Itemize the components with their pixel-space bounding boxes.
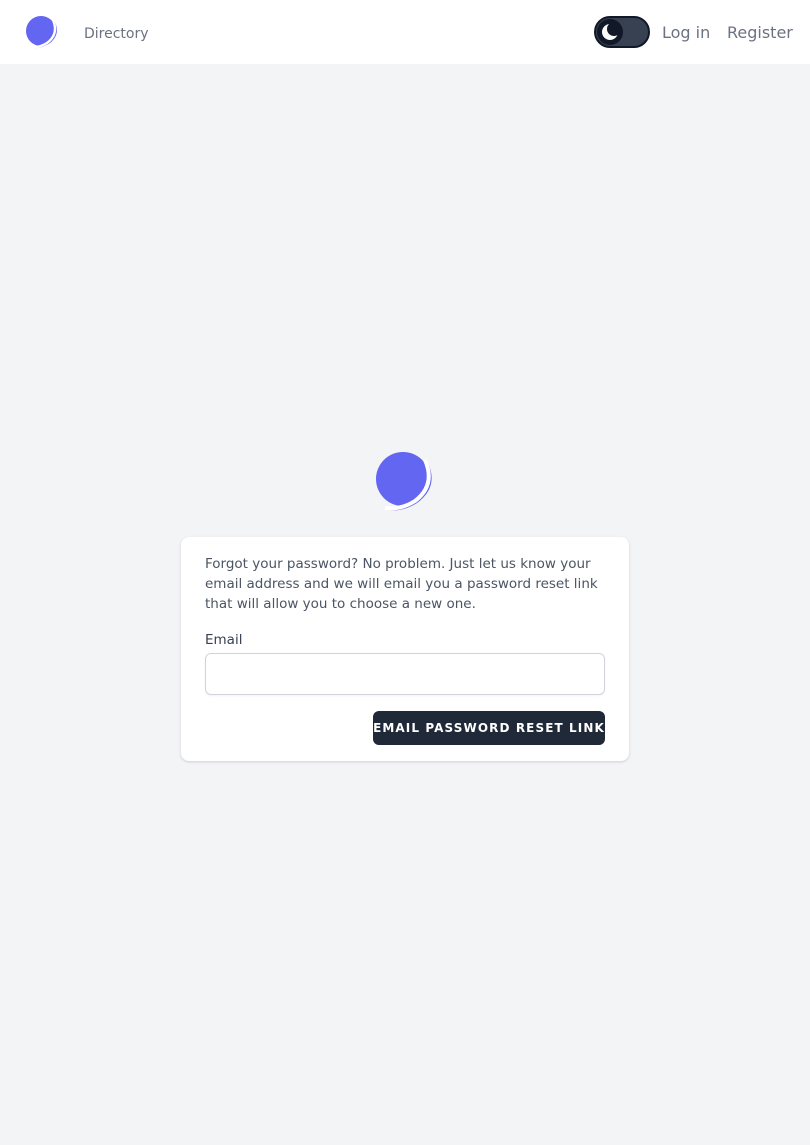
instructions-text: Forgot your password? No problem. Just l…: [205, 556, 598, 612]
dark-mode-toggle[interactable]: [594, 16, 650, 48]
toggle-knob: [597, 19, 623, 45]
forgot-password-card: Forgot your password? No problem. Just l…: [181, 537, 629, 761]
center-logo[interactable]: [373, 449, 437, 513]
nav-directory-link[interactable]: Directory: [84, 24, 149, 44]
register-link[interactable]: Register: [727, 22, 793, 44]
login-link[interactable]: Log in: [662, 22, 710, 44]
home-logo-link[interactable]: [24, 14, 60, 50]
planet-logo-icon: [26, 16, 57, 49]
email-field[interactable]: [205, 653, 605, 695]
planet-logo-icon: [376, 452, 432, 511]
email-reset-link-button[interactable]: Email Password Reset Link: [373, 711, 605, 745]
moon-icon: [602, 22, 621, 40]
top-navbar: Directory Log in Register: [0, 0, 810, 64]
email-label: Email: [205, 632, 243, 648]
